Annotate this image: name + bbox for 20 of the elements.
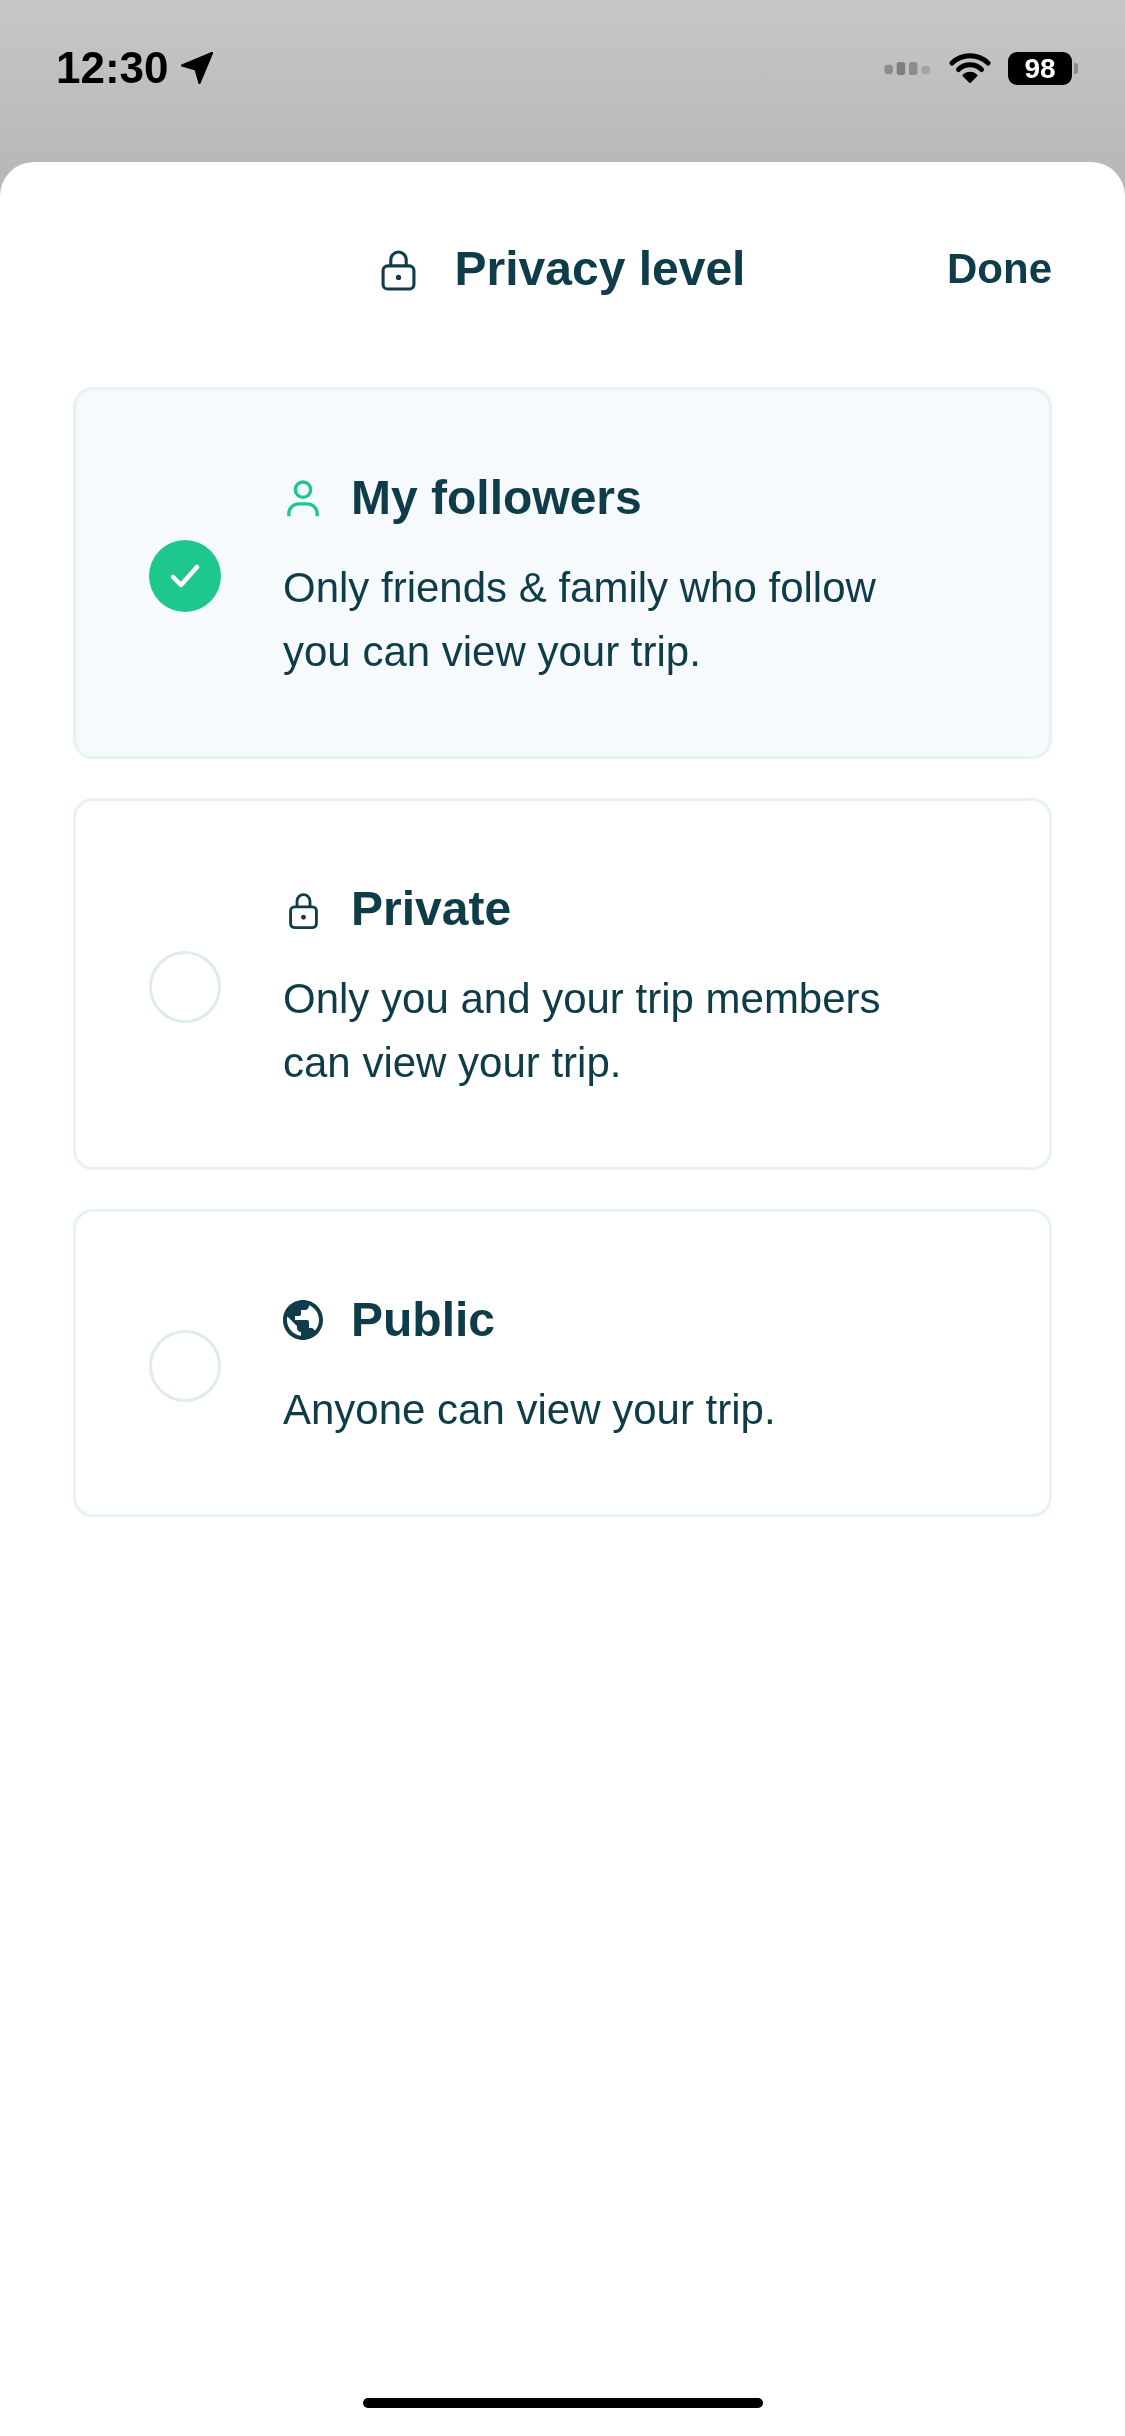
radio-button[interactable]	[149, 1330, 221, 1402]
option-description: Only friends & family who follow you can view your trip.	[283, 563, 877, 677]
battery-indicator: 98	[1008, 51, 1078, 85]
option-card[interactable]: Private Only you and your trip members can view your trip.	[73, 798, 1052, 1170]
status-time: 12:30	[56, 44, 169, 92]
done-button[interactable]: Done	[947, 242, 1052, 296]
option-description: Only you and your trip members can view your trip.	[283, 974, 882, 1088]
option-title: My followers	[351, 470, 642, 526]
signal-icon	[884, 59, 932, 77]
option-card[interactable]: Public Anyone can view your trip.	[73, 1209, 1052, 1517]
option-card[interactable]: My followers Only friends & family who follow you can view your trip.	[73, 387, 1052, 759]
radio-button[interactable]	[149, 540, 221, 612]
radio-button[interactable]	[149, 951, 221, 1023]
option-title: Private	[351, 881, 512, 937]
sheet-title: Privacy level	[454, 242, 746, 296]
location-arrow-icon	[180, 52, 213, 84]
option-title: Public	[351, 1292, 496, 1348]
wifi-icon	[949, 53, 991, 83]
globe-icon	[283, 1300, 323, 1340]
option-description: Anyone can view your trip.	[283, 1385, 777, 1435]
